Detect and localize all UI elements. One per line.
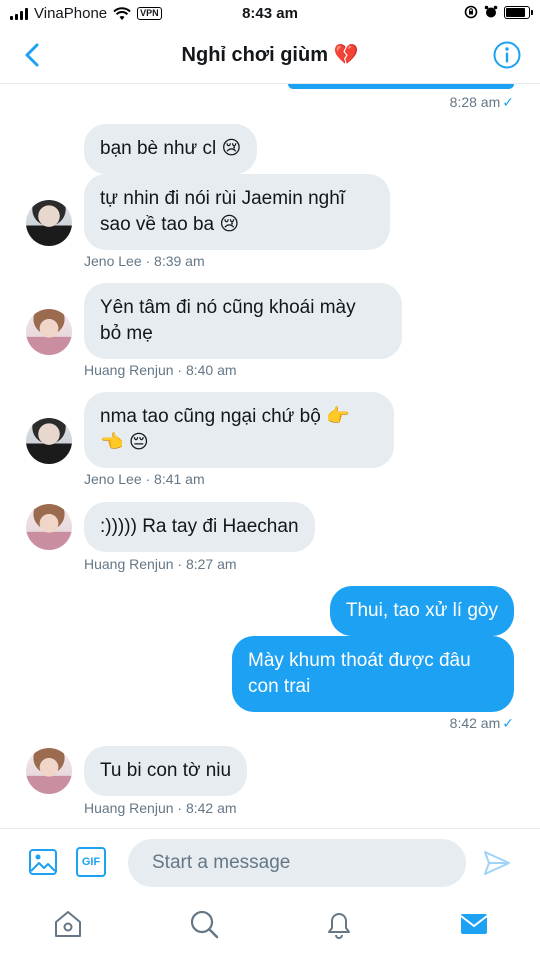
- image-icon[interactable]: [28, 847, 58, 877]
- message-meta: Jeno Lee · 8:41 am: [84, 471, 205, 487]
- message-text: bỏ mẹ: [100, 323, 153, 344]
- message-text: tự nhin đi nói rùi Jaemin nghĩ: [100, 188, 346, 209]
- message-text: Tu bi con tờ niu: [100, 760, 232, 781]
- message-list[interactable]: 8:28 am ✓ bạn bè như cl 😢 tự nhin đi nói …: [0, 84, 540, 828]
- home-icon[interactable]: [52, 908, 84, 940]
- message-text: nma tao cũng ngại chứ bộ 👉: [100, 406, 350, 427]
- search-icon[interactable]: [188, 908, 220, 940]
- message-meta: Jeno Lee · 8:39 am: [84, 253, 205, 269]
- conversation-title: Nghỉ chơi giùm 💔: [181, 44, 359, 66]
- received-message[interactable]: :))))) Ra tay đi Haechan: [84, 502, 315, 552]
- sent-bubble-fragment[interactable]: [288, 84, 514, 89]
- received-message[interactable]: Yên tâm đi nó cũng khoái mày bỏ mẹ: [84, 283, 402, 359]
- orientation-lock-icon: [464, 5, 478, 19]
- bell-icon[interactable]: [323, 908, 355, 940]
- send-icon[interactable]: [482, 849, 512, 877]
- received-message[interactable]: nma tao cũng ngại chứ bộ 👉 👈 😔: [84, 392, 394, 468]
- tab-bar: [0, 896, 540, 960]
- avatar-renjun[interactable]: [26, 309, 72, 355]
- message-text: sao về tao ba 😢: [100, 214, 240, 235]
- conversation-header: Nghỉ chơi giùm 💔: [0, 28, 540, 84]
- avatar-jeno[interactable]: [26, 200, 72, 246]
- received-message[interactable]: tự nhin đi nói rùi Jaemin nghĩ sao về ta…: [84, 174, 390, 250]
- status-time: 8:43 am: [242, 5, 298, 22]
- read-check-icon: ✓: [502, 715, 514, 731]
- sent-timestamp: 8:28 am ✓: [449, 94, 514, 110]
- message-text: Mày khum thoát được đâu: [248, 650, 471, 671]
- alarm-icon: [484, 5, 498, 18]
- received-message[interactable]: bạn bè như cl 😢: [84, 124, 258, 174]
- sent-message[interactable]: Thui, tao xử lí gòy: [329, 586, 514, 636]
- mail-icon[interactable]: [458, 908, 490, 940]
- sent-timestamp: 8:42 am ✓: [449, 715, 514, 731]
- avatar-renjun[interactable]: [26, 504, 72, 550]
- avatar-renjun[interactable]: [26, 748, 72, 794]
- battery-icon: [504, 5, 533, 19]
- message-text: Yên tâm đi nó cũng khoái mày: [100, 297, 356, 318]
- info-icon[interactable]: [492, 40, 522, 70]
- read-check-icon: ✓: [502, 94, 514, 110]
- message-input[interactable]: [128, 839, 466, 887]
- message-meta: Huang Renjun · 8:42 am: [84, 800, 237, 816]
- avatar-jeno[interactable]: [26, 418, 72, 464]
- message-meta: Huang Renjun · 8:40 am: [84, 362, 237, 378]
- message-meta: Huang Renjun · 8:27 am: [84, 556, 237, 572]
- received-message[interactable]: Tu bi con tờ niu: [84, 746, 248, 796]
- status-bar: VinaPhone VPN 8:43 am: [0, 0, 540, 28]
- gif-icon[interactable]: GIF: [76, 847, 106, 877]
- sent-message[interactable]: Mày khum thoát được đâu con trai: [232, 636, 514, 712]
- message-text: Thui, tao xử lí gòy: [345, 600, 498, 621]
- message-text: con trai: [248, 676, 311, 697]
- message-text: bạn bè như cl 😢: [100, 138, 242, 159]
- message-composer: GIF: [0, 828, 540, 896]
- message-text: :))))) Ra tay đi Haechan: [100, 516, 299, 537]
- message-text: 👈 😔: [100, 432, 149, 453]
